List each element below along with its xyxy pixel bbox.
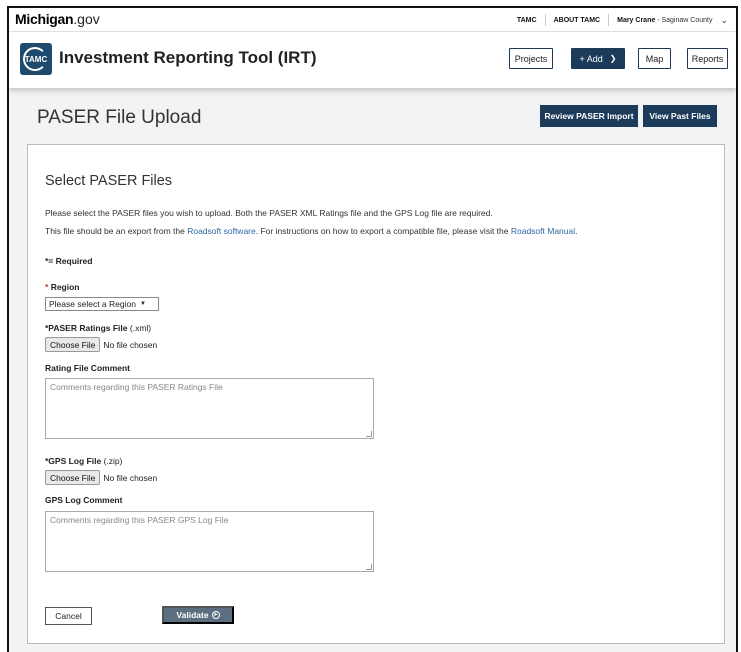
- validate-label: Validate: [176, 610, 209, 620]
- dropdown-arrow-icon: ▼: [139, 301, 146, 307]
- michigan-gov-logo[interactable]: Michigan.gov: [15, 11, 100, 27]
- gps-comment-textarea[interactable]: Comments regarding this PASER GPS Log Fi…: [45, 511, 374, 572]
- review-paser-import-button[interactable]: Review PASER Import: [540, 105, 638, 127]
- add-button[interactable]: + Add ❯: [571, 48, 625, 69]
- rating-comment-placeholder: Comments regarding this PASER Ratings Fi…: [50, 382, 223, 392]
- rating-comment-label: Rating File Comment: [45, 363, 131, 373]
- ratings-file-status: No file chosen: [103, 339, 158, 350]
- top-links: TAMC ABOUT TAMC Mary Crane - Saginaw Cou…: [517, 14, 728, 26]
- chevron-down-icon: ❯: [609, 54, 617, 63]
- intro-text: Please select the PASER files you wish t…: [45, 208, 493, 218]
- gps-comment-placeholder: Comments regarding this PASER GPS Log Fi…: [50, 515, 229, 525]
- resize-handle-icon[interactable]: [366, 431, 372, 437]
- ratings-choose-file-button[interactable]: Choose File: [45, 337, 101, 352]
- gps-file-status: No file chosen: [103, 472, 158, 483]
- main-content: PASER File Upload Review PASER Import Vi…: [9, 88, 736, 652]
- validate-button[interactable]: Validate ➤: [162, 606, 234, 624]
- ratings-file-input: Choose File No file chosen: [45, 337, 157, 352]
- roadsoft-software-link[interactable]: Roadsoft software: [187, 226, 256, 236]
- ratings-file-hint: (.xml): [129, 323, 152, 333]
- user-menu[interactable]: Mary Crane - Saginaw County: [617, 17, 712, 24]
- upload-form-panel: Select PASER Files Please select the PAS…: [27, 144, 725, 644]
- region-select[interactable]: Please select a Region ▼: [45, 297, 159, 311]
- gps-file-label: *GPS Log File (.zip): [45, 456, 122, 466]
- app-header: TAMC Investment Reporting Tool (IRT) Pro…: [9, 32, 736, 88]
- region-label-text: Region: [50, 282, 80, 292]
- tamc-logo-icon[interactable]: TAMC: [20, 43, 52, 75]
- region-selected: Please select a Region: [49, 299, 136, 309]
- tamc-link[interactable]: TAMC: [517, 17, 537, 24]
- resize-handle-icon[interactable]: [366, 564, 372, 570]
- view-past-files-button[interactable]: View Past Files: [643, 105, 717, 127]
- gps-comment-label: GPS Log Comment: [45, 495, 123, 505]
- projects-button[interactable]: Projects: [509, 48, 553, 69]
- instructions-text: .: [575, 226, 578, 236]
- user-org: - Saginaw County: [655, 16, 713, 24]
- site-top-bar: Michigan.gov TAMC ABOUT TAMC Mary Crane …: [9, 8, 736, 32]
- ratings-file-label: *PASER Ratings File (.xml): [45, 323, 151, 333]
- required-note: *= Required: [45, 256, 93, 266]
- divider: [544, 14, 546, 26]
- ratings-file-label-text: *PASER Ratings File: [45, 323, 128, 333]
- gps-file-label-text: *GPS Log File: [45, 456, 102, 466]
- logo-suffix: .gov: [73, 11, 100, 27]
- logo-text: TAMC: [24, 54, 48, 64]
- section-title: Select PASER Files: [45, 173, 173, 189]
- map-button[interactable]: Map: [638, 48, 671, 69]
- logo-bold: Michigan: [15, 11, 74, 27]
- divider: [608, 14, 610, 26]
- browser-frame: Michigan.gov TAMC ABOUT TAMC Mary Crane …: [7, 6, 738, 652]
- validate-arrow-icon: ➤: [211, 611, 220, 619]
- cancel-button[interactable]: Cancel: [45, 607, 92, 625]
- add-label: + Add: [579, 53, 603, 64]
- page-title: PASER File Upload: [37, 107, 202, 128]
- roadsoft-manual-link[interactable]: Roadsoft Manual: [511, 226, 575, 236]
- chevron-down-icon[interactable]: ⌄: [720, 15, 728, 26]
- user-name: Mary Crane: [617, 16, 656, 24]
- gps-file-input: Choose File No file chosen: [45, 470, 157, 485]
- app-title: Investment Reporting Tool (IRT): [59, 48, 317, 67]
- required-star: *: [45, 282, 49, 292]
- region-label: * Region: [45, 282, 80, 292]
- rating-comment-textarea[interactable]: Comments regarding this PASER Ratings Fi…: [45, 378, 374, 439]
- about-tamc-link[interactable]: ABOUT TAMC: [554, 17, 601, 24]
- instructions-text: . For instructions on how to export a co…: [255, 226, 511, 236]
- gps-choose-file-button[interactable]: Choose File: [45, 470, 101, 485]
- instructions-text: This file should be an export from the: [45, 226, 188, 236]
- reports-button[interactable]: Reports: [687, 48, 728, 69]
- gps-file-hint: (.zip): [103, 456, 123, 466]
- intro-instructions: This file should be an export from the R…: [45, 226, 578, 236]
